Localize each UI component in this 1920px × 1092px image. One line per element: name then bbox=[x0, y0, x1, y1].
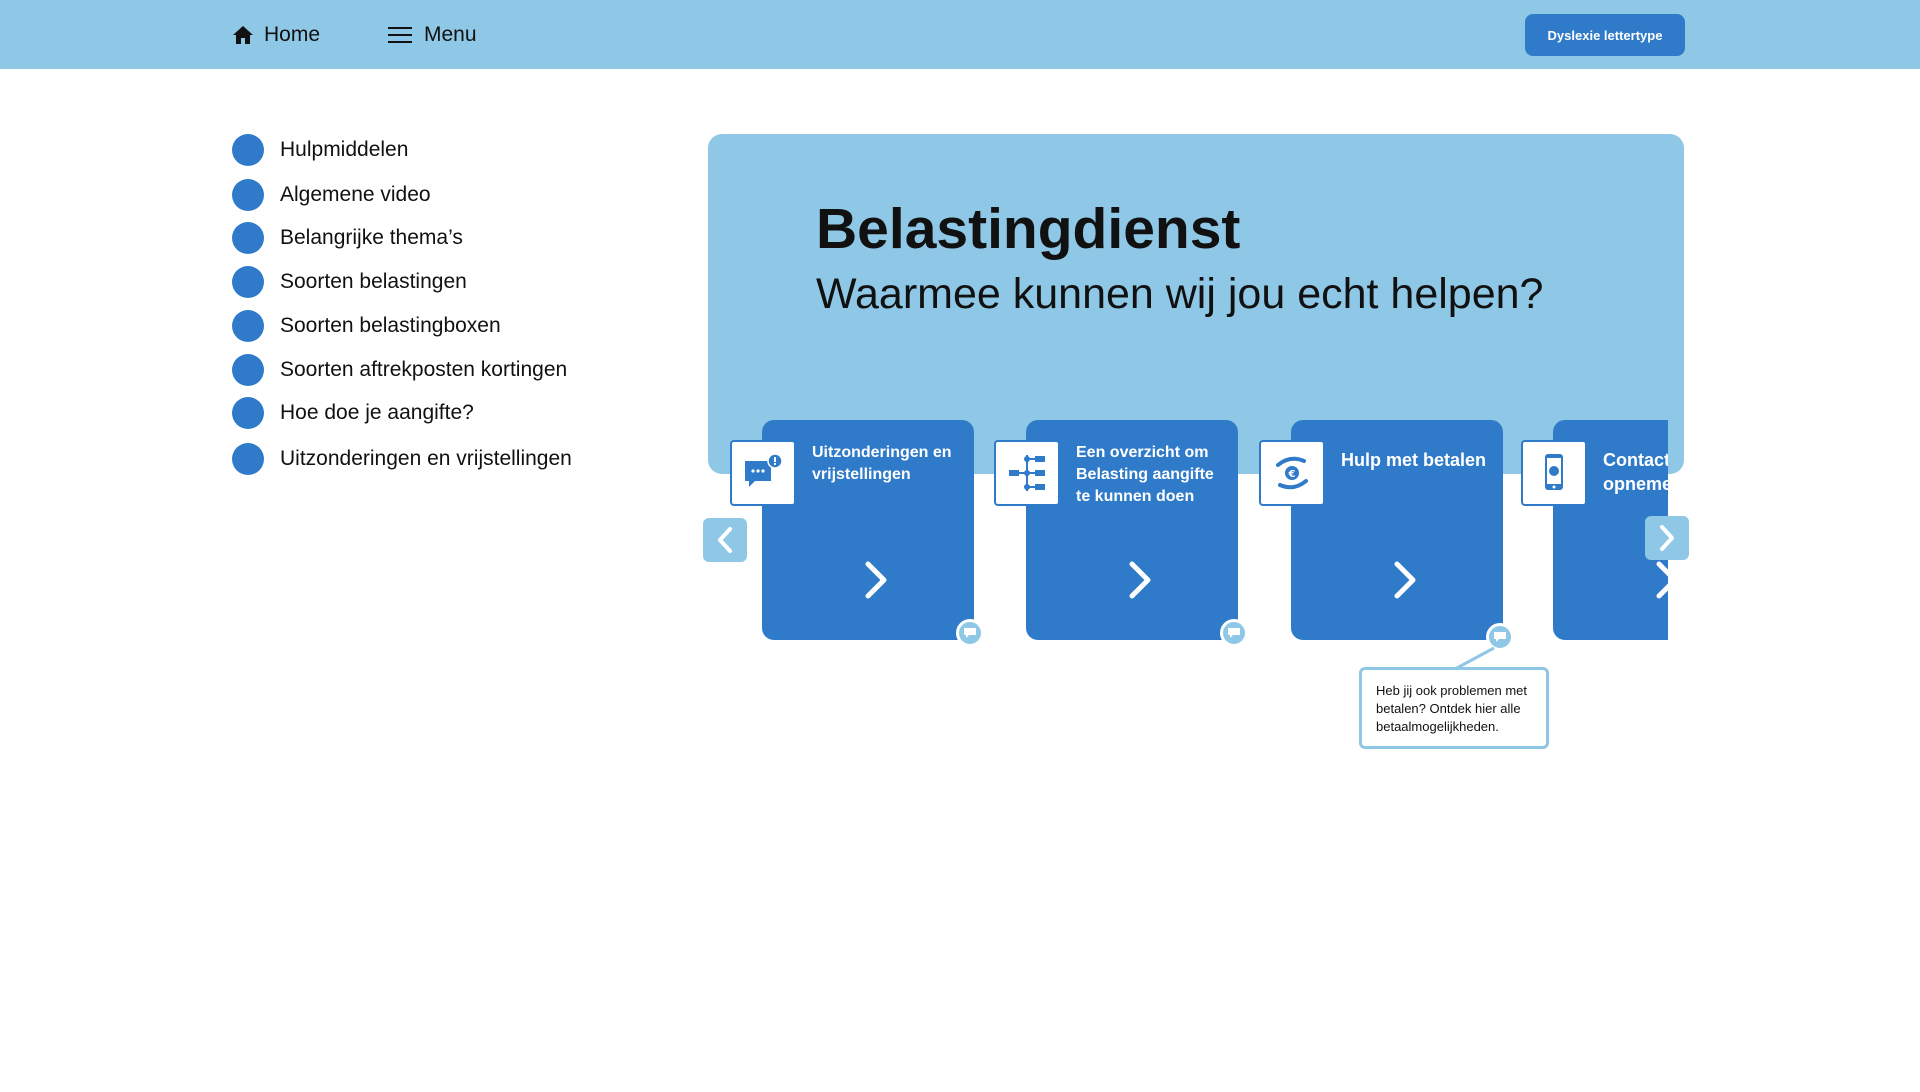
card-label: Contact opnemen bbox=[1603, 450, 1668, 494]
phone-icon bbox=[1521, 440, 1587, 506]
sidebar-item-hulpmiddelen[interactable]: Hulpmiddelen bbox=[232, 134, 408, 166]
flowchart-icon bbox=[994, 440, 1060, 506]
card-hulp-met-betalen[interactable]: € Hulp met betalen bbox=[1259, 420, 1503, 640]
home-icon bbox=[233, 26, 253, 44]
card-label: Uitzonderingen en vrijstellingen bbox=[812, 444, 952, 483]
home-label: Home bbox=[264, 23, 321, 46]
bullet-dot-icon bbox=[232, 179, 264, 211]
card-label: Hulp met betalen bbox=[1341, 450, 1487, 470]
card-label: Een overzicht om Belasting aangifte te k… bbox=[1076, 444, 1214, 505]
chat-bubble-icon[interactable] bbox=[1486, 623, 1514, 651]
bullet-dot-icon bbox=[232, 134, 264, 166]
chevron-right-icon bbox=[1656, 561, 1668, 599]
sidebar-item-label: Belangrijke thema’s bbox=[280, 226, 463, 249]
sidebar-item-label: Soorten aftrekposten kortingen bbox=[280, 358, 568, 381]
sidebar-item-algemene-video[interactable]: Algemene video bbox=[232, 179, 431, 211]
tooltip-text: Heb jij ook problemen met betalen? Ontde… bbox=[1376, 683, 1528, 734]
hamburger-menu-icon bbox=[388, 27, 412, 43]
sidebar-item-label: Soorten belastingboxen bbox=[280, 314, 501, 337]
chevron-right-icon bbox=[1129, 561, 1151, 599]
bullet-dot-icon bbox=[232, 443, 264, 475]
sidebar-item-label: Hulpmiddelen bbox=[280, 138, 409, 161]
dyslexia-font-button[interactable]: Dyslexie lettertype bbox=[1525, 14, 1685, 56]
euro-hands-icon: € bbox=[1259, 440, 1325, 506]
chevron-right-icon bbox=[1660, 525, 1674, 551]
tooltip-betalen: Heb jij ook problemen met betalen? Ontde… bbox=[1359, 667, 1549, 749]
menu-button[interactable]: Menu bbox=[388, 20, 477, 50]
chevron-right-icon bbox=[865, 561, 887, 599]
chat-bubble-icon[interactable] bbox=[1220, 619, 1248, 647]
bullet-dot-icon bbox=[232, 397, 264, 429]
carousel-prev-button[interactable] bbox=[703, 518, 747, 562]
chevron-left-icon bbox=[718, 527, 732, 553]
bullet-dot-icon bbox=[232, 310, 264, 342]
sidebar-item-belangrijke-themas[interactable]: Belangrijke thema’s bbox=[232, 222, 463, 254]
carousel-next-button[interactable] bbox=[1645, 516, 1689, 560]
sidebar-item-soorten-aftrekposten[interactable]: Soorten aftrekposten kortingen bbox=[232, 354, 567, 386]
chat-alert-icon bbox=[730, 440, 796, 506]
sidebar-item-hoe-doe-je-aangifte[interactable]: Hoe doe je aangifte? bbox=[232, 397, 474, 429]
hero-title: Belastingdienst bbox=[816, 197, 1241, 261]
sidebar-item-uitzonderingen[interactable]: Uitzonderingen en vrijstellingen bbox=[232, 443, 572, 475]
chat-bubble-icon[interactable] bbox=[956, 619, 984, 647]
menu-label: Menu bbox=[424, 23, 477, 46]
hero-subtitle: Waarmee kunnen wij jou echt helpen? bbox=[816, 270, 1544, 318]
sidebar-item-label: Algemene video bbox=[280, 183, 431, 206]
bullet-dot-icon bbox=[232, 354, 264, 386]
sidebar-item-soorten-belastingboxen[interactable]: Soorten belastingboxen bbox=[232, 310, 501, 342]
bullet-dot-icon bbox=[232, 266, 264, 298]
bullet-dot-icon bbox=[232, 222, 264, 254]
card-overzicht-aangifte[interactable]: Een overzicht om Belasting aangifte te k… bbox=[994, 420, 1238, 640]
chevron-right-icon bbox=[1394, 561, 1416, 599]
home-link[interactable]: Home bbox=[232, 20, 320, 50]
sidebar-item-label: Hoe doe je aangifte? bbox=[280, 401, 474, 424]
svg-text:€: € bbox=[1288, 469, 1296, 480]
card-uitzonderingen[interactable]: Uitzonderingen en vrijstellingen bbox=[730, 420, 974, 640]
sidebar-item-label: Uitzonderingen en vrijstellingen bbox=[280, 447, 572, 470]
sidebar-item-soorten-belastingen[interactable]: Soorten belastingen bbox=[232, 266, 467, 298]
sidebar-item-label: Soorten belastingen bbox=[280, 270, 467, 293]
top-navigation-bar: Home Menu Dyslexie lettertype bbox=[0, 0, 1920, 69]
